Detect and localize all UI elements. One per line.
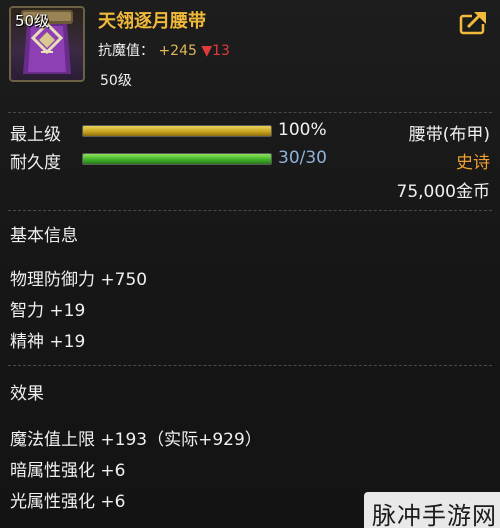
watermark: 脉冲手游网	[364, 492, 500, 528]
basic-attribute: 精神 +19	[10, 332, 86, 352]
resist-line: 抗魔值： +245 ▼13	[98, 40, 230, 60]
resist-drop: ▼13	[201, 43, 230, 59]
effect-line: 光属性强化 +6	[10, 492, 126, 512]
item-type: 腰带(布甲)	[408, 125, 490, 145]
durability-value: 30/30	[278, 148, 327, 168]
required-level: 50级	[100, 73, 132, 89]
watermark-text: 脉冲手游网	[372, 502, 497, 528]
effect-line: 魔法值上限 +193（实际+929）	[10, 430, 262, 450]
durability-bar	[82, 153, 272, 165]
resist-label: 抗魔值：	[98, 43, 154, 59]
item-tooltip-panel: 50级 天翎逐月腰带 抗魔值： +245 ▼13 50级 最上级 100% 腰带…	[0, 0, 500, 528]
resist-value: +245	[158, 43, 197, 59]
durability-bar-fill	[83, 154, 271, 164]
divider	[8, 210, 492, 211]
effects-title: 效果	[10, 384, 44, 404]
basic-attribute: 物理防御力 +750	[10, 270, 148, 290]
share-icon	[459, 11, 487, 35]
item-price: 75,000金币	[396, 182, 490, 202]
max-level-bar-fill	[83, 126, 271, 136]
max-level-value: 100%	[278, 120, 327, 140]
max-level-label: 最上级	[10, 125, 61, 145]
basic-attribute: 智力 +19	[10, 301, 86, 321]
durability-label: 耐久度	[10, 153, 61, 173]
basic-info-title: 基本信息	[10, 226, 78, 246]
share-button[interactable]	[459, 9, 489, 35]
max-level-bar	[82, 125, 272, 137]
item-level-badge: 50级	[15, 12, 50, 30]
divider	[8, 112, 492, 113]
effect-line: 暗属性强化 +6	[10, 461, 126, 481]
item-icon: 50级	[9, 6, 85, 82]
item-rarity: 史诗	[456, 153, 490, 173]
divider	[8, 365, 492, 366]
item-name: 天翎逐月腰带	[98, 11, 206, 32]
